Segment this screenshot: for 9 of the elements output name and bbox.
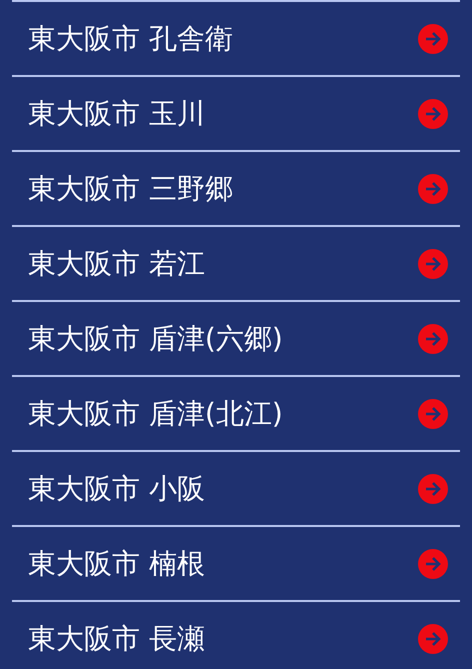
list-item[interactable]: 東大阪市 楠根 [12,525,460,600]
list-item[interactable]: 東大阪市 若江 [12,225,460,300]
list-item[interactable]: 東大阪市 孔舎衛 [12,0,460,75]
list-item[interactable]: 東大阪市 長瀬 [12,600,460,669]
list-item[interactable]: 東大阪市 小阪 [12,450,460,525]
list-item[interactable]: 東大阪市 玉川 [12,75,460,150]
list-item[interactable]: 東大阪市 盾津(六郷) [12,300,460,375]
list-item[interactable]: 東大阪市 三野郷 [12,150,460,225]
list-item[interactable]: 東大阪市 盾津(北江) [12,375,460,450]
